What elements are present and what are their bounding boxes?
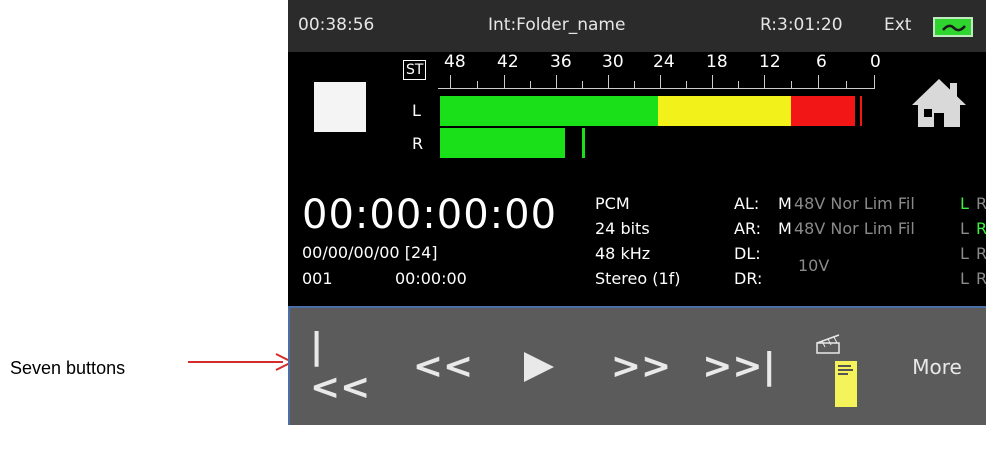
battery-icon	[933, 17, 973, 37]
clapperboard-icon	[816, 333, 857, 407]
scale-tick-minor	[738, 81, 739, 89]
right-meter-peak	[582, 128, 585, 158]
play-icon	[524, 351, 554, 382]
scale-30: 30	[602, 52, 624, 72]
more-label: More	[912, 354, 962, 379]
scale-tick-minor	[686, 81, 687, 89]
status-bar: 00:38:56 Int:Folder_name R:3:01:20 Ext	[288, 0, 986, 52]
dr-l[interactable]: L	[960, 271, 969, 287]
slate-button[interactable]	[798, 308, 878, 425]
scale-tick-minor	[530, 81, 531, 89]
fast-forward-button[interactable]: >>	[606, 308, 676, 425]
format-mode: Stereo (1f)	[595, 269, 681, 288]
dr-r[interactable]: R	[976, 271, 986, 287]
format-rate: 48 kHz	[595, 244, 651, 263]
status-folder[interactable]: Int:Folder_name	[488, 15, 625, 35]
transport-button-bar: |<< << >> >>| More	[288, 306, 986, 425]
skip-start-label: |<<	[310, 325, 371, 408]
dl-r[interactable]: R	[976, 246, 986, 262]
rewind-button[interactable]: <<	[408, 308, 478, 425]
left-meter-yellow	[658, 96, 791, 126]
ar-label: AR:	[734, 219, 761, 238]
format-codec: PCM	[595, 194, 630, 213]
annotation-arrow-icon	[188, 353, 295, 371]
left-meter-green	[440, 96, 658, 126]
status-time: 00:38:56	[298, 15, 375, 35]
timecode-display: 00:00:00:00	[302, 192, 558, 238]
ar-mode[interactable]: M	[778, 221, 792, 237]
scale-tick-major	[450, 75, 451, 89]
scale-tick-minor	[582, 81, 583, 89]
scale-6: 6	[816, 52, 827, 72]
annotation-label: Seven buttons	[10, 358, 126, 378]
home-icon[interactable]	[910, 75, 968, 131]
ar-options[interactable]: 48V Nor Lim Fil	[794, 221, 915, 237]
scale-48: 48	[444, 52, 466, 72]
ar-r[interactable]: R	[976, 221, 986, 237]
scale-0: 0	[870, 52, 881, 72]
scale-tick-major	[874, 75, 875, 89]
scale-tick-minor	[846, 81, 847, 89]
date-display: 00/00/00/00 [24]	[302, 243, 438, 262]
scale-36: 36	[550, 52, 572, 72]
format-bits: 24 bits	[595, 219, 650, 238]
more-button[interactable]: More	[898, 308, 976, 425]
channel-right-label: R	[412, 134, 424, 153]
scale-24: 24	[653, 52, 675, 72]
scale-12: 12	[759, 52, 781, 72]
al-l[interactable]: L	[960, 196, 969, 212]
left-meter-red	[791, 96, 856, 126]
dr-label: DR:	[734, 269, 763, 288]
scale-tick-major	[608, 75, 609, 89]
al-mode[interactable]: M	[778, 196, 792, 212]
status-clock: Ext	[884, 15, 912, 35]
record-indicator[interactable]	[314, 82, 366, 132]
take-duration: 00:00:00	[395, 269, 467, 288]
al-options[interactable]: 48V Nor Lim Fil	[794, 196, 915, 212]
right-meter-green	[440, 128, 565, 158]
scale-tick-major	[556, 75, 557, 89]
scale-18: 18	[706, 52, 728, 72]
skip-end-label: >>|	[702, 346, 776, 387]
forward-label: >>	[610, 346, 672, 387]
al-label: AL:	[734, 194, 760, 213]
status-remaining: R:3:01:20	[760, 15, 843, 35]
scale-42: 42	[497, 52, 519, 72]
channel-left-label: L	[412, 101, 421, 120]
scale-tick-major	[712, 75, 713, 89]
stereo-label: ST	[403, 60, 427, 80]
rewind-label: <<	[412, 346, 474, 387]
play-button[interactable]	[504, 308, 574, 425]
recorder-screen: 00:38:56 Int:Folder_name R:3:01:20 Ext S…	[288, 0, 986, 425]
scale-tick-minor	[634, 81, 635, 89]
scale-tick-major	[504, 75, 505, 89]
dl-l[interactable]: L	[960, 246, 969, 262]
annotation: Seven buttons	[0, 300, 295, 460]
dl-value: 10V	[798, 256, 830, 275]
take-number: 001	[302, 269, 333, 288]
dl-label: DL:	[734, 244, 761, 263]
left-meter-peak	[860, 96, 862, 126]
al-r[interactable]: R	[976, 196, 986, 212]
scale-tick-minor	[477, 81, 478, 89]
scale-tick-major	[660, 75, 661, 89]
ar-l[interactable]: L	[960, 221, 969, 237]
scale-tick-minor	[791, 81, 792, 89]
scale-tick-major	[764, 75, 765, 89]
skip-to-end-button[interactable]: >>|	[702, 308, 776, 425]
scale-tick-major	[818, 75, 819, 89]
skip-to-start-button[interactable]: |<<	[310, 308, 380, 425]
